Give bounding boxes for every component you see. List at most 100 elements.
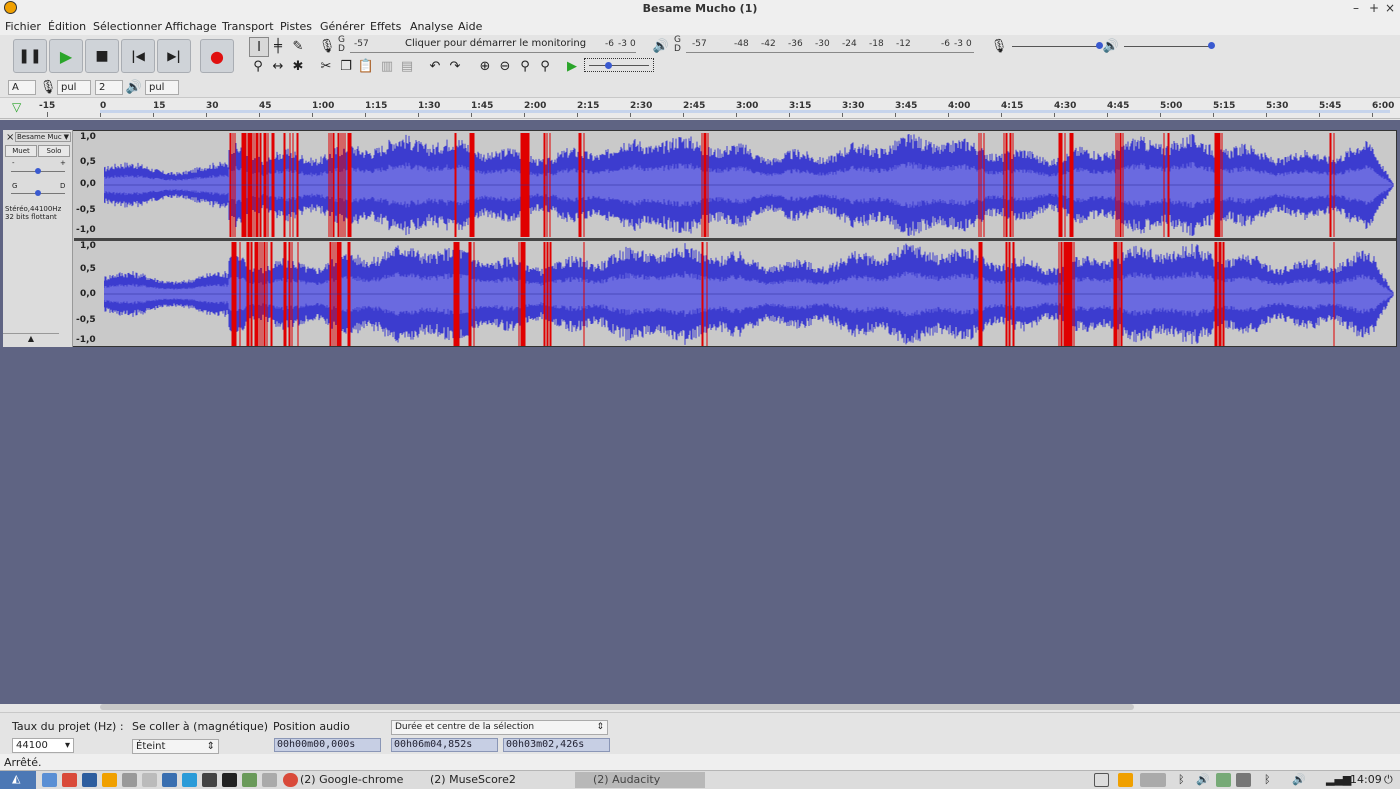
app-launcher-icon[interactable]	[202, 773, 217, 787]
power-icon[interactable]: ⏻	[1384, 773, 1393, 787]
notes-icon[interactable]	[1236, 773, 1251, 787]
play-meter-tick: -48	[734, 39, 749, 49]
envelope-tool-button[interactable]: ╪	[269, 37, 287, 55]
monitoring-hint[interactable]: Cliquer pour démarrer le monitoring	[405, 38, 586, 49]
undo-button[interactable]: ↶	[426, 57, 444, 75]
multi-tool-button[interactable]: ✱	[289, 57, 307, 75]
zoom-in-button[interactable]: ⊕	[476, 57, 494, 75]
bluetooth-tray-icon[interactable]: ᛒ	[1264, 773, 1271, 786]
selection-mode-select[interactable]: Durée et centre de la sélection ⇕	[391, 720, 608, 735]
taskbar-app-musescore[interactable]: (2) MuseScore2	[430, 773, 516, 786]
slider-thumb[interactable]	[1208, 42, 1215, 49]
menu-effets[interactable]: Effets	[370, 20, 401, 33]
slider-thumb[interactable]	[35, 168, 41, 174]
selection-center-field[interactable]: 00h03m02,426s	[503, 738, 610, 752]
record-meter[interactable]: -57 Cliquer pour démarrer le monitoring …	[350, 38, 636, 53]
slider-thumb[interactable]	[35, 190, 41, 196]
play-device-select[interactable]: pul	[145, 80, 179, 95]
gain-slider[interactable]	[11, 168, 65, 174]
menu-pistes[interactable]: Pistes	[280, 20, 312, 33]
fit-project-button[interactable]: ⚲	[536, 57, 554, 75]
timeshift-tool-button[interactable]: ↔	[269, 57, 287, 75]
zoom-out-button[interactable]: ⊖	[496, 57, 514, 75]
app-launcher-icon[interactable]	[182, 773, 197, 787]
waveform-right-channel[interactable]	[104, 242, 1394, 346]
taskbar-active-app[interactable]: (2) Audacity	[575, 772, 705, 788]
close-button[interactable]: ×	[1385, 1, 1395, 15]
app-launcher-icon[interactable]	[122, 773, 137, 787]
track-control-panel[interactable]: × Besame Muc ▼ Muet Solo - + G D Stéréo,4…	[3, 130, 73, 347]
menu-selectionner[interactable]: Sélectionner	[93, 20, 162, 33]
audio-track[interactable]	[3, 130, 1397, 347]
tray-audacity-icon[interactable]	[1118, 773, 1133, 787]
record-volume-slider[interactable]	[1012, 42, 1103, 49]
timeline-play-icon[interactable]: ▽	[12, 100, 21, 114]
bluetooth-icon[interactable]: ᛒ	[1178, 773, 1185, 786]
app-launcher-icon[interactable]	[82, 773, 97, 787]
start-menu-button[interactable]: ◭	[0, 771, 36, 789]
stop-button[interactable]: ■	[85, 39, 119, 73]
volume-tray-icon[interactable]: 🔊	[1292, 773, 1306, 786]
project-rate-select[interactable]: 44100 ▾	[12, 738, 74, 753]
waveform-left-channel[interactable]	[104, 133, 1394, 237]
paste-button[interactable]: 📋	[357, 57, 375, 75]
slider-thumb[interactable]	[605, 62, 612, 69]
draw-tool-button[interactable]: ✎	[289, 37, 307, 55]
copy-button[interactable]: ❐	[337, 57, 355, 75]
horizontal-scrollbar[interactable]	[100, 704, 1134, 710]
rec-device-select[interactable]: pul	[57, 80, 91, 95]
terminal-launcher-icon[interactable]	[222, 773, 237, 787]
solo-button[interactable]: Solo	[38, 145, 70, 157]
menu-analyse[interactable]: Analyse	[410, 20, 453, 33]
skip-end-button[interactable]: ▶|	[157, 39, 191, 73]
channels-select[interactable]: 2	[95, 80, 123, 95]
play-volume-slider[interactable]	[1124, 42, 1215, 49]
clock[interactable]: 14:09	[1350, 773, 1382, 786]
chrome-launcher-icon[interactable]	[62, 773, 77, 787]
pan-slider[interactable]	[11, 190, 65, 196]
pause-button[interactable]: ❚❚	[13, 39, 47, 73]
menu-fichier[interactable]: Fichier	[5, 20, 41, 33]
app-launcher-icon[interactable]	[242, 773, 257, 787]
maximize-button[interactable]: +	[1369, 1, 1379, 15]
audio-position-field[interactable]: 00h00m00,000s	[274, 738, 381, 752]
audio-host-select[interactable]: A	[8, 80, 36, 95]
menu-affichage[interactable]: Affichage	[165, 20, 217, 33]
musescore-launcher-icon[interactable]	[142, 773, 157, 787]
record-button[interactable]: ●	[200, 39, 234, 73]
selection-tool-button[interactable]: I	[249, 37, 269, 57]
zoom-tool-button[interactable]: ⚲	[249, 57, 267, 75]
tray-preview-icon[interactable]	[1140, 773, 1166, 787]
play-at-speed-button[interactable]: ▶	[563, 57, 581, 75]
volume-icon[interactable]: 🔊	[1196, 773, 1210, 786]
timeline-ruler[interactable]: ▽ -15 0 15 30 45 1:00 1:15 1:30 1:45 2:00 2:15 2:30…	[0, 98, 1400, 119]
menu-generer[interactable]: Générer	[320, 20, 365, 33]
fit-selection-button[interactable]: ⚲	[516, 57, 534, 75]
cut-button[interactable]: ✂	[317, 57, 335, 75]
collapse-track-button[interactable]: ▲	[3, 333, 59, 344]
menu-aide[interactable]: Aide	[458, 20, 482, 33]
update-icon[interactable]	[1216, 773, 1231, 787]
audacity-launcher-icon[interactable]	[102, 773, 117, 787]
network-signal-icon[interactable]: ▂▄▆	[1326, 773, 1351, 786]
trim-button[interactable]: ▥	[378, 57, 396, 75]
app-launcher-icon[interactable]	[162, 773, 177, 787]
skip-start-button[interactable]: |◀	[121, 39, 155, 73]
play-speed-slider[interactable]	[584, 58, 654, 72]
menu-edition[interactable]: Édition	[48, 20, 86, 33]
calculator-launcher-icon[interactable]	[262, 773, 277, 787]
redo-button[interactable]: ↷	[446, 57, 464, 75]
menu-transport[interactable]: Transport	[222, 20, 274, 33]
track-name-menu[interactable]: Besame Muc ▼	[15, 132, 71, 142]
play-meter[interactable]: -57 -48 -42 -36 -30 -24 -18 -12 -6 -3 0	[686, 38, 974, 53]
track-close-icon[interactable]: ×	[6, 132, 14, 143]
minimize-button[interactable]: –	[1353, 1, 1359, 15]
mute-button[interactable]: Muet	[5, 145, 37, 157]
files-launcher-icon[interactable]	[42, 773, 57, 787]
selection-duration-field[interactable]: 00h06m04,852s	[391, 738, 498, 752]
taskbar-app-chrome[interactable]: (2) Google-chrome	[300, 773, 403, 786]
silence-button[interactable]: ▤	[398, 57, 416, 75]
window-list-icon[interactable]	[1094, 773, 1109, 787]
play-button[interactable]: ▶	[49, 39, 83, 73]
snap-to-select[interactable]: Éteint ⇕	[132, 739, 219, 754]
